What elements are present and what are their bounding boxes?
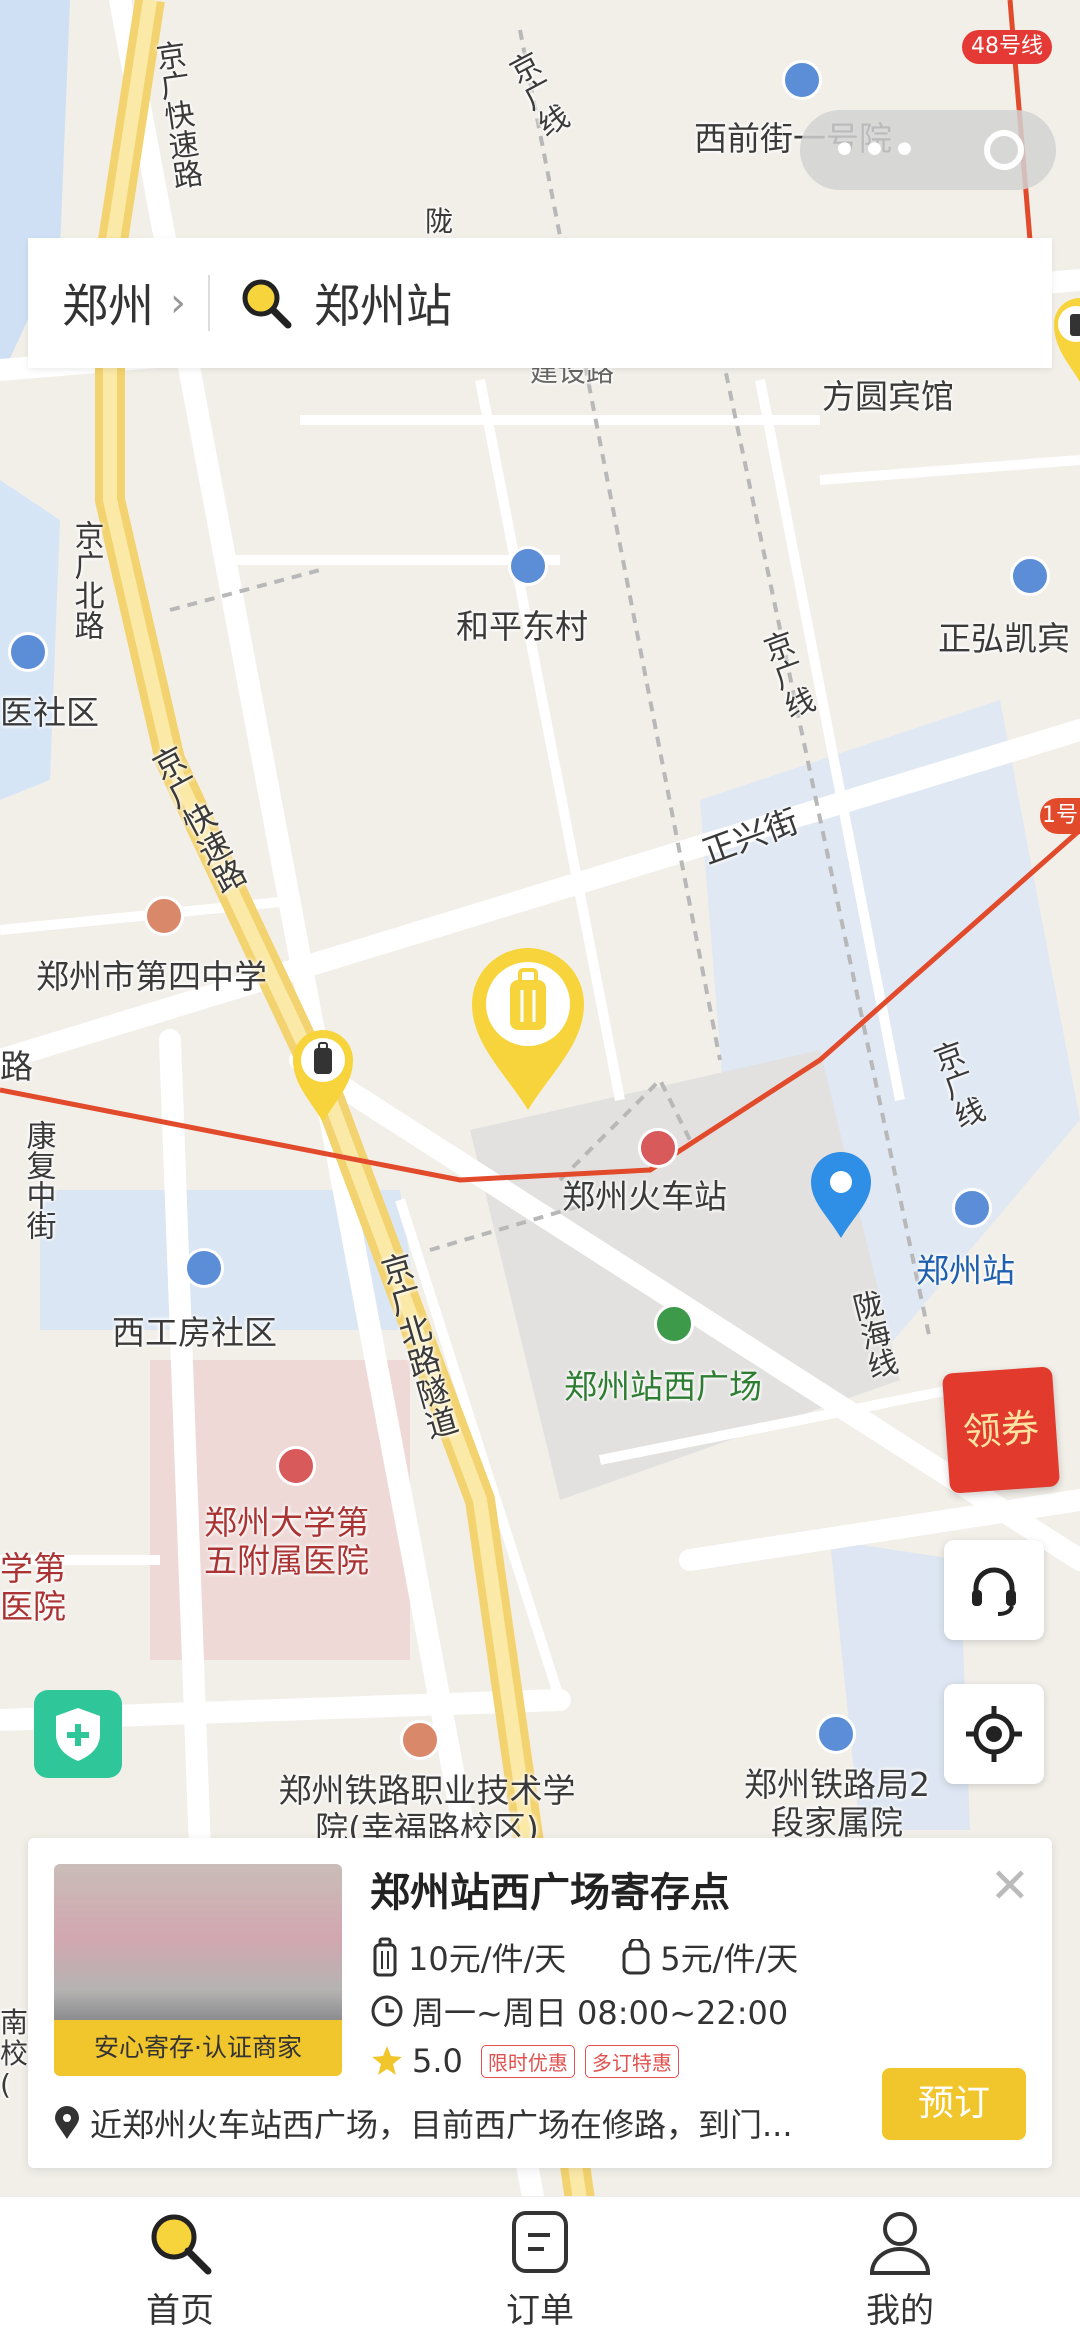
station-icon — [952, 1188, 992, 1228]
poi-hospital-left[interactable]: 学第医院 — [0, 1550, 72, 1626]
coupon-button[interactable]: 领券 — [941, 1366, 1061, 1494]
poi-railway-college[interactable]: 郑州铁路职业技术学院(幸福路校区) — [272, 1772, 582, 1848]
miniprogram-capsule[interactable]: ••• — [800, 110, 1056, 190]
rating-row: 5.0 限时优惠 多订特惠 — [370, 2042, 679, 2080]
residence-icon — [508, 546, 548, 586]
promo-tag: 多订特惠 — [584, 2044, 679, 2078]
price-large: 10元/件/天 — [408, 1940, 567, 1978]
price-small: 5元/件/天 — [660, 1940, 799, 1978]
search-bar[interactable]: 郑州 › 郑州站 — [28, 238, 1052, 368]
poi-zhenghongkai[interactable]: 正弘凯宾 — [938, 612, 1070, 660]
luggage-large-icon — [373, 1937, 397, 1977]
selected-luggage-marker[interactable] — [466, 944, 590, 1114]
poi-west-square[interactable]: 郑州站西广场 — [564, 1360, 762, 1408]
luggage-small-icon — [622, 1939, 650, 1975]
residence-icon — [782, 60, 822, 100]
road-label-jg-north: 京广北路 — [68, 520, 104, 640]
residence-icon — [184, 1248, 224, 1288]
customer-service-button[interactable] — [944, 1540, 1044, 1640]
store-name: 郑州站西广场寄存点 — [370, 1870, 730, 1916]
tab-orders-label: 订单 — [506, 2291, 574, 2331]
locate-button[interactable] — [944, 1684, 1044, 1784]
city-selector[interactable]: 郑州 — [62, 270, 154, 336]
residence-icon — [8, 632, 48, 672]
more-icon[interactable]: ••• — [832, 125, 922, 176]
promo-tag: 限时优惠 — [480, 2044, 575, 2078]
hotel-icon — [1010, 556, 1050, 596]
store-address: 近郑州火车站西广场，目前西广场在修路，到门... — [90, 2106, 793, 2144]
tab-home-label: 首页 — [146, 2291, 214, 2331]
poi-yi-community[interactable]: 医社区 — [0, 686, 99, 734]
road-label-small: 陇 — [425, 205, 454, 238]
metro-station-icon — [638, 1128, 678, 1168]
residence-icon — [816, 1714, 856, 1754]
luggage-marker[interactable] — [1048, 292, 1080, 388]
price-row: 10元/件/天 5元/件/天 — [370, 1934, 798, 1980]
star-icon — [372, 2046, 402, 2075]
poi-hospital[interactable]: 郑州大学第五附属医院 — [204, 1504, 394, 1580]
tab-mine-label: 我的 — [866, 2291, 934, 2331]
poi-zhengzhou-station[interactable]: 郑州站 — [916, 1244, 1015, 1292]
close-icon[interactable]: ✕ — [990, 1858, 1030, 1914]
tab-home[interactable]: 首页 — [0, 2197, 360, 2341]
rating-value: 5.0 — [412, 2042, 463, 2080]
order-icon — [512, 2211, 568, 2273]
locate-icon — [966, 1706, 1022, 1762]
business-hours: 周一~周日 08:00~22:00 — [412, 1994, 789, 2032]
bottom-tab-bar: 首页 订单 我的 — [0, 2196, 1080, 2341]
user-icon — [869, 2212, 931, 2275]
poi-no4-school[interactable]: 郑州市第四中学 — [36, 950, 267, 998]
current-location-pin-icon — [811, 1152, 871, 1238]
headset-icon — [972, 1567, 1016, 1616]
school-icon — [400, 1720, 440, 1760]
certified-caption: 安心寄存·认证商家 — [54, 2020, 342, 2076]
park-icon — [654, 1304, 694, 1344]
poi-railway-bureau[interactable]: 郑州铁路局2段家属院 — [742, 1766, 932, 1842]
metro-line1-badge: 1号 — [1040, 798, 1080, 834]
search-icon — [151, 2214, 212, 2275]
store-card[interactable]: 安心寄存·认证商家 郑州站西广场寄存点 ✕ 10元/件/天 5元/件/天 周一~… — [28, 1838, 1052, 2168]
clock-icon — [371, 1995, 403, 2027]
road-label-left: 路 — [0, 1047, 33, 1086]
hours-row: 周一~周日 08:00~22:00 — [370, 1988, 788, 2034]
hospital-icon — [276, 1446, 316, 1486]
road-label-kangfu: 康复中街 — [20, 1120, 56, 1240]
tab-orders[interactable]: 订单 — [360, 2197, 720, 2341]
search-icon — [242, 279, 292, 329]
luggage-marker[interactable] — [290, 1028, 356, 1124]
book-button[interactable]: 预订 — [882, 2068, 1026, 2140]
school-icon — [144, 896, 184, 936]
divider — [208, 275, 210, 331]
location-pin-icon — [55, 2106, 79, 2139]
search-input[interactable]: 郑州站 — [314, 270, 452, 336]
metro-line-badge: 48号线 — [962, 30, 1052, 64]
poi-left-edge-partial: 南校( — [0, 2006, 29, 2101]
close-miniprogram-icon[interactable] — [984, 130, 1025, 170]
shield-plus-icon — [56, 1708, 100, 1761]
poi-zhengzhou-train-station[interactable]: 郑州火车站 — [562, 1170, 727, 1218]
poi-fangyuan[interactable]: 方圆宾馆 — [822, 370, 954, 418]
chevron-right-icon: › — [170, 280, 186, 326]
poi-xigongfang[interactable]: 西工房社区 — [112, 1306, 277, 1354]
poi-hepingdongcun[interactable]: 和平东村 — [456, 600, 588, 648]
insurance-button[interactable] — [34, 1690, 122, 1778]
tab-mine[interactable]: 我的 — [720, 2197, 1080, 2341]
address-row[interactable]: 近郑州火车站西广场，目前西广场在修路，到门... — [54, 2100, 844, 2146]
